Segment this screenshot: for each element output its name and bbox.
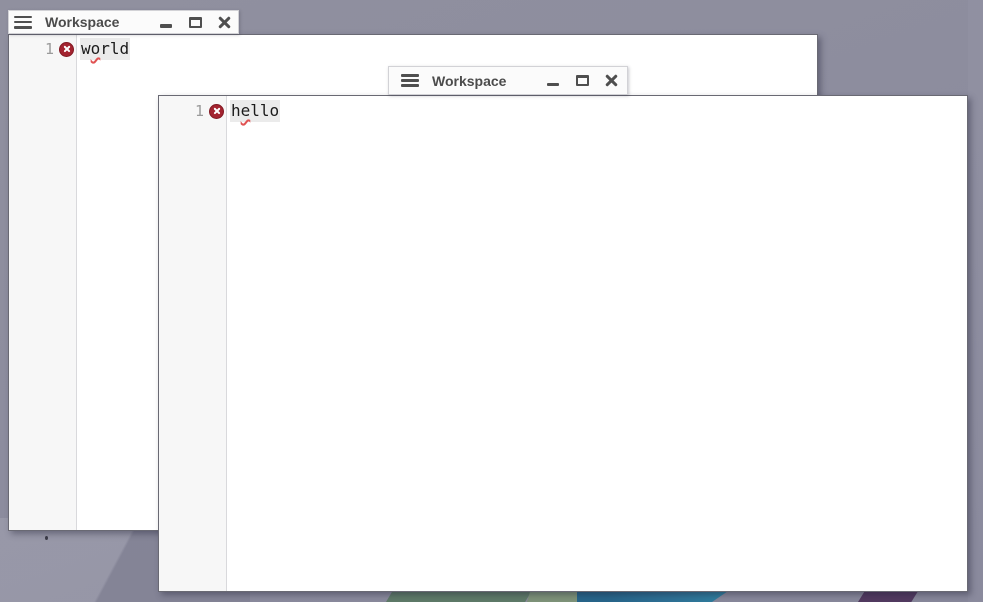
minimize-icon (160, 24, 172, 28)
code-line: hello (227, 100, 967, 122)
front-window-title: Workspace (432, 73, 506, 89)
line-number: 1 (45, 40, 54, 58)
word-part: llo (250, 101, 279, 120)
close-button[interactable] (216, 14, 232, 30)
close-icon (218, 16, 231, 29)
front-window-editor-panel: 1 hello (158, 95, 968, 592)
hamburger-menu-icon[interactable] (14, 16, 32, 29)
gutter-line: 1 (159, 100, 226, 122)
maximize-icon (189, 17, 202, 28)
word-part: w (81, 39, 91, 58)
misspelled-char: o (91, 39, 101, 58)
highlighted-word: hello (230, 100, 280, 122)
hamburger-menu-icon[interactable] (401, 74, 419, 87)
back-window-title: Workspace (45, 14, 119, 30)
front-editor-area[interactable]: hello (227, 96, 967, 591)
back-window-controls (145, 14, 232, 30)
minimize-icon (547, 83, 559, 87)
minimize-button[interactable] (158, 14, 174, 30)
code-line: world (77, 38, 817, 60)
back-line-number-gutter: 1 (9, 35, 77, 530)
maximize-icon (576, 75, 589, 86)
error-icon[interactable] (59, 42, 74, 57)
front-window-titlebar[interactable]: Workspace (388, 66, 628, 95)
misspelled-char: e (241, 101, 251, 120)
close-icon (605, 74, 618, 87)
close-button[interactable] (603, 73, 619, 89)
word-part: rld (100, 39, 129, 58)
front-line-number-gutter: 1 (159, 96, 227, 591)
wallpaper-speck (45, 536, 48, 540)
wallpaper-right-shade (968, 0, 983, 602)
line-number: 1 (195, 102, 204, 120)
back-window-titlebar[interactable]: Workspace (8, 10, 239, 34)
word-part: h (231, 101, 241, 120)
minimize-button[interactable] (545, 73, 561, 89)
maximize-button[interactable] (574, 73, 590, 89)
highlighted-word: world (80, 38, 130, 60)
maximize-button[interactable] (187, 14, 203, 30)
gutter-line: 1 (9, 38, 76, 60)
front-window-controls (532, 73, 619, 89)
error-icon[interactable] (209, 104, 224, 119)
